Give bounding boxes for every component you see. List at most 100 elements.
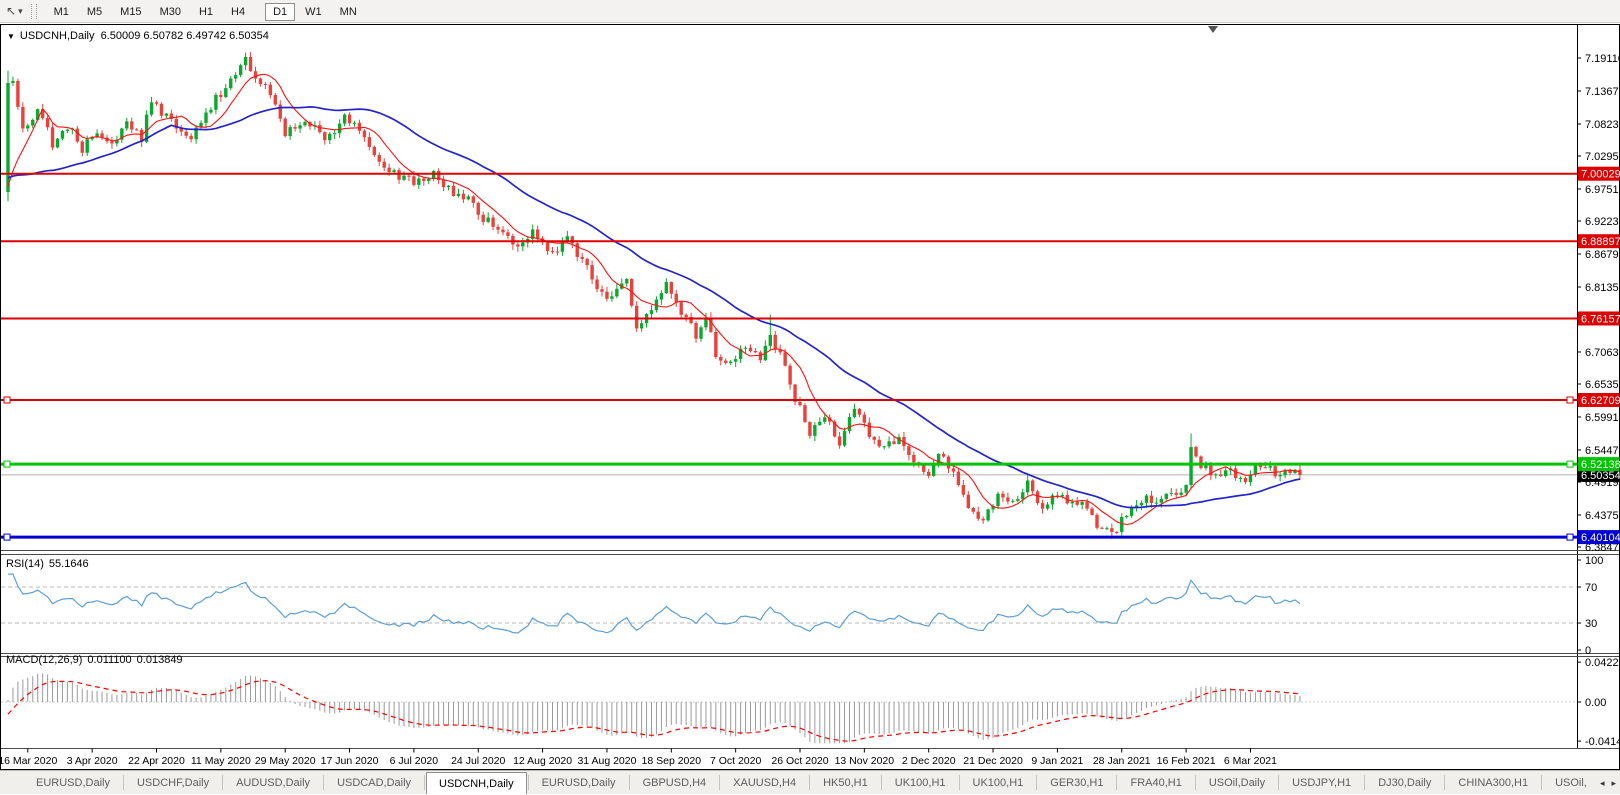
- x-axis-date-label: 11 May 2020: [191, 755, 251, 767]
- toolbar-grip[interactable]: [31, 4, 37, 19]
- chart-tab-bar: EURUSD,DailyUSDCHF,DailyAUDUSD,DailyUSDC…: [0, 770, 1620, 794]
- chart-tab-china300-h1[interactable]: CHINA300,H1: [1446, 771, 1540, 794]
- chart-tab-eurusd-daily[interactable]: EURUSD,Daily: [530, 771, 628, 794]
- hline-price-label: 7.00029: [1581, 169, 1620, 181]
- macd-panel: 0.0422750.00-0.04148: [1, 657, 1620, 748]
- x-axis-date-label: 17 Jun 2020: [321, 755, 379, 767]
- trading-platform-window: { "toolbar": { "timeframes": ["M1","M5",…: [0, 0, 1620, 794]
- chart-tab-uk100-h1[interactable]: UK100,H1: [961, 771, 1036, 794]
- chart-tab-usdchf-daily[interactable]: USDCHF,Daily: [125, 771, 221, 794]
- chart-area[interactable]: ▼USDCNH,Daily 6.50009 6.50782 6.49742 6.…: [0, 24, 1620, 770]
- rsi-axis-label: 100: [1585, 555, 1603, 567]
- price-axis-tick-label: 6.54470: [1585, 445, 1620, 457]
- x-axis-date-label: 24 Jul 2020: [451, 755, 505, 767]
- price-axis-tick-label: 7.13670: [1585, 86, 1620, 98]
- tab-list: EURUSD,DailyUSDCHF,DailyAUDUSD,DailyUSDC…: [24, 771, 1599, 794]
- hline-price-label: 6.88897: [1581, 236, 1620, 248]
- timeframe-button-m30[interactable]: M30: [152, 3, 189, 21]
- tab-scroll-left-icon[interactable]: ◂: [1600, 778, 1605, 789]
- x-axis-date-label: 3 Apr 2020: [67, 755, 118, 767]
- chart-tab-usoil-[interactable]: USOil,: [1543, 771, 1599, 794]
- rsi-axis-label: 0: [1585, 645, 1591, 657]
- chart-shift-marker: [1208, 26, 1218, 33]
- timeframe-button-h4[interactable]: H4: [223, 3, 253, 21]
- toolbar: ↖ ▾ M1M5M15M30H1H4 D1W1MN: [0, 0, 1620, 23]
- chart-tab-fra40-h1[interactable]: FRA40,H1: [1118, 771, 1193, 794]
- tab-separator: [1036, 775, 1037, 790]
- tab-separator: [719, 775, 720, 790]
- chart-tab-ger30-h1[interactable]: GER30,H1: [1038, 771, 1115, 794]
- x-axis-date-label: 29 May 2020: [255, 755, 316, 767]
- chart-tab-xauusd-h4[interactable]: XAUUSD,H4: [721, 771, 808, 794]
- hline-handle[interactable]: [1567, 534, 1573, 540]
- x-axis-date-label: 12 Aug 2020: [513, 755, 572, 767]
- price-axis-tick-label: 6.86790: [1585, 249, 1620, 261]
- timeframe-button-d1[interactable]: D1: [265, 3, 295, 21]
- chart-tab-usdjpy-h1[interactable]: USDJPY,H1: [1280, 771, 1363, 794]
- price-axis-tick-label: 6.70630: [1585, 347, 1620, 359]
- timeframe-button-group: M1M5M15M30H1H4 D1W1MN: [45, 2, 366, 21]
- hline-price-label: 6.76157: [1581, 313, 1620, 325]
- price-axis-tick-label: 6.43750: [1585, 510, 1620, 522]
- timeframe-button-w1[interactable]: W1: [297, 3, 330, 21]
- x-axis-date-label: 26 Oct 2020: [771, 755, 828, 767]
- price-axis-tick-label: 7.02950: [1585, 151, 1620, 163]
- candlesticks: [6, 52, 1301, 539]
- tab-separator: [1444, 775, 1445, 790]
- x-axis-date-label: 16 Feb 2021: [1157, 755, 1216, 767]
- tab-separator: [528, 775, 529, 790]
- chart-frame: [1, 25, 1620, 770]
- chart-tab-usdcnh-daily[interactable]: USDCNH,Daily: [426, 772, 527, 794]
- tab-separator: [1195, 775, 1196, 790]
- tab-scroll-right-icon[interactable]: ▸: [1611, 778, 1616, 789]
- timeframe-button-mn[interactable]: MN: [332, 3, 365, 21]
- tab-separator: [1541, 775, 1542, 790]
- x-axis-date-label: 22 Apr 2020: [128, 755, 185, 767]
- x-axis-date-label: 9 Jan 2021: [1031, 755, 1083, 767]
- chart-tab-hk50-h1[interactable]: HK50,H1: [811, 771, 880, 794]
- timeframe-button-m15[interactable]: M15: [112, 3, 149, 21]
- fast-ma-line: [8, 74, 1300, 524]
- horizontal-levels[interactable]: 7.000296.888976.761576.627096.521386.401…: [1, 167, 1620, 544]
- hline-price-label: 6.62709: [1581, 395, 1620, 407]
- price-axis-tick-label: 7.08230: [1585, 119, 1620, 131]
- chart-tab-eurusd-daily[interactable]: EURUSD,Daily: [24, 771, 122, 794]
- chart-tab-usoil-daily[interactable]: USOil,Daily: [1197, 771, 1277, 794]
- moving-average-fast-ma: [8, 74, 1300, 524]
- x-axis-date-label: 6 Mar 2021: [1224, 755, 1277, 767]
- price-axis-tick-label: 6.65350: [1585, 379, 1620, 391]
- tab-separator: [1116, 775, 1117, 790]
- x-axis-date-label: 7 Oct 2020: [710, 755, 762, 767]
- moving-average-slow-ma: [8, 107, 1300, 508]
- timeframe-button-h1[interactable]: H1: [191, 3, 221, 21]
- price-axis-tick-label: 6.81350: [1585, 282, 1620, 294]
- price-axis-tick-label: 6.59910: [1585, 412, 1620, 424]
- chart-tab-usdcad-daily[interactable]: USDCAD,Daily: [325, 771, 423, 794]
- x-axis-date-label: 18 Sep 2020: [642, 755, 702, 767]
- x-axis-date-label: 28 Jan 2021: [1093, 755, 1151, 767]
- tab-separator: [222, 775, 223, 790]
- macd-axis-label: -0.04148: [1585, 736, 1620, 748]
- rsi-axis-label: 30: [1585, 618, 1597, 630]
- hline-handle[interactable]: [4, 397, 10, 403]
- chart-canvas[interactable]: 7.191107.136707.082307.029506.975106.922…: [0, 24, 1620, 770]
- timeframe-button-m5[interactable]: M5: [79, 3, 110, 21]
- chart-tab-dj30-daily[interactable]: DJ30,Daily: [1366, 771, 1443, 794]
- cursor-tool-icon[interactable]: ↖: [6, 4, 16, 18]
- hline-handle[interactable]: [4, 461, 10, 467]
- price-axis-tick-label: 6.97510: [1585, 184, 1620, 196]
- timeframe-button-m1[interactable]: M1: [46, 3, 77, 21]
- chart-tab-uk100-h1[interactable]: UK100,H1: [883, 771, 958, 794]
- tab-separator: [1278, 775, 1279, 790]
- toolbar-dropdown-icon[interactable]: ▾: [18, 6, 23, 17]
- chart-tab-audusd-daily[interactable]: AUDUSD,Daily: [224, 771, 322, 794]
- hline-handle[interactable]: [1567, 461, 1573, 467]
- tab-separator: [809, 775, 810, 790]
- hline-handle[interactable]: [4, 534, 10, 540]
- hline-handle[interactable]: [1567, 397, 1573, 403]
- x-axis-date-label: 16 Mar 2020: [0, 755, 57, 767]
- x-axis-date-label: 6 Jul 2020: [390, 755, 439, 767]
- tab-separator: [629, 775, 630, 790]
- hline-price-label: 6.52138: [1581, 459, 1620, 471]
- chart-tab-gbpusd-h4[interactable]: GBPUSD,H4: [631, 771, 719, 794]
